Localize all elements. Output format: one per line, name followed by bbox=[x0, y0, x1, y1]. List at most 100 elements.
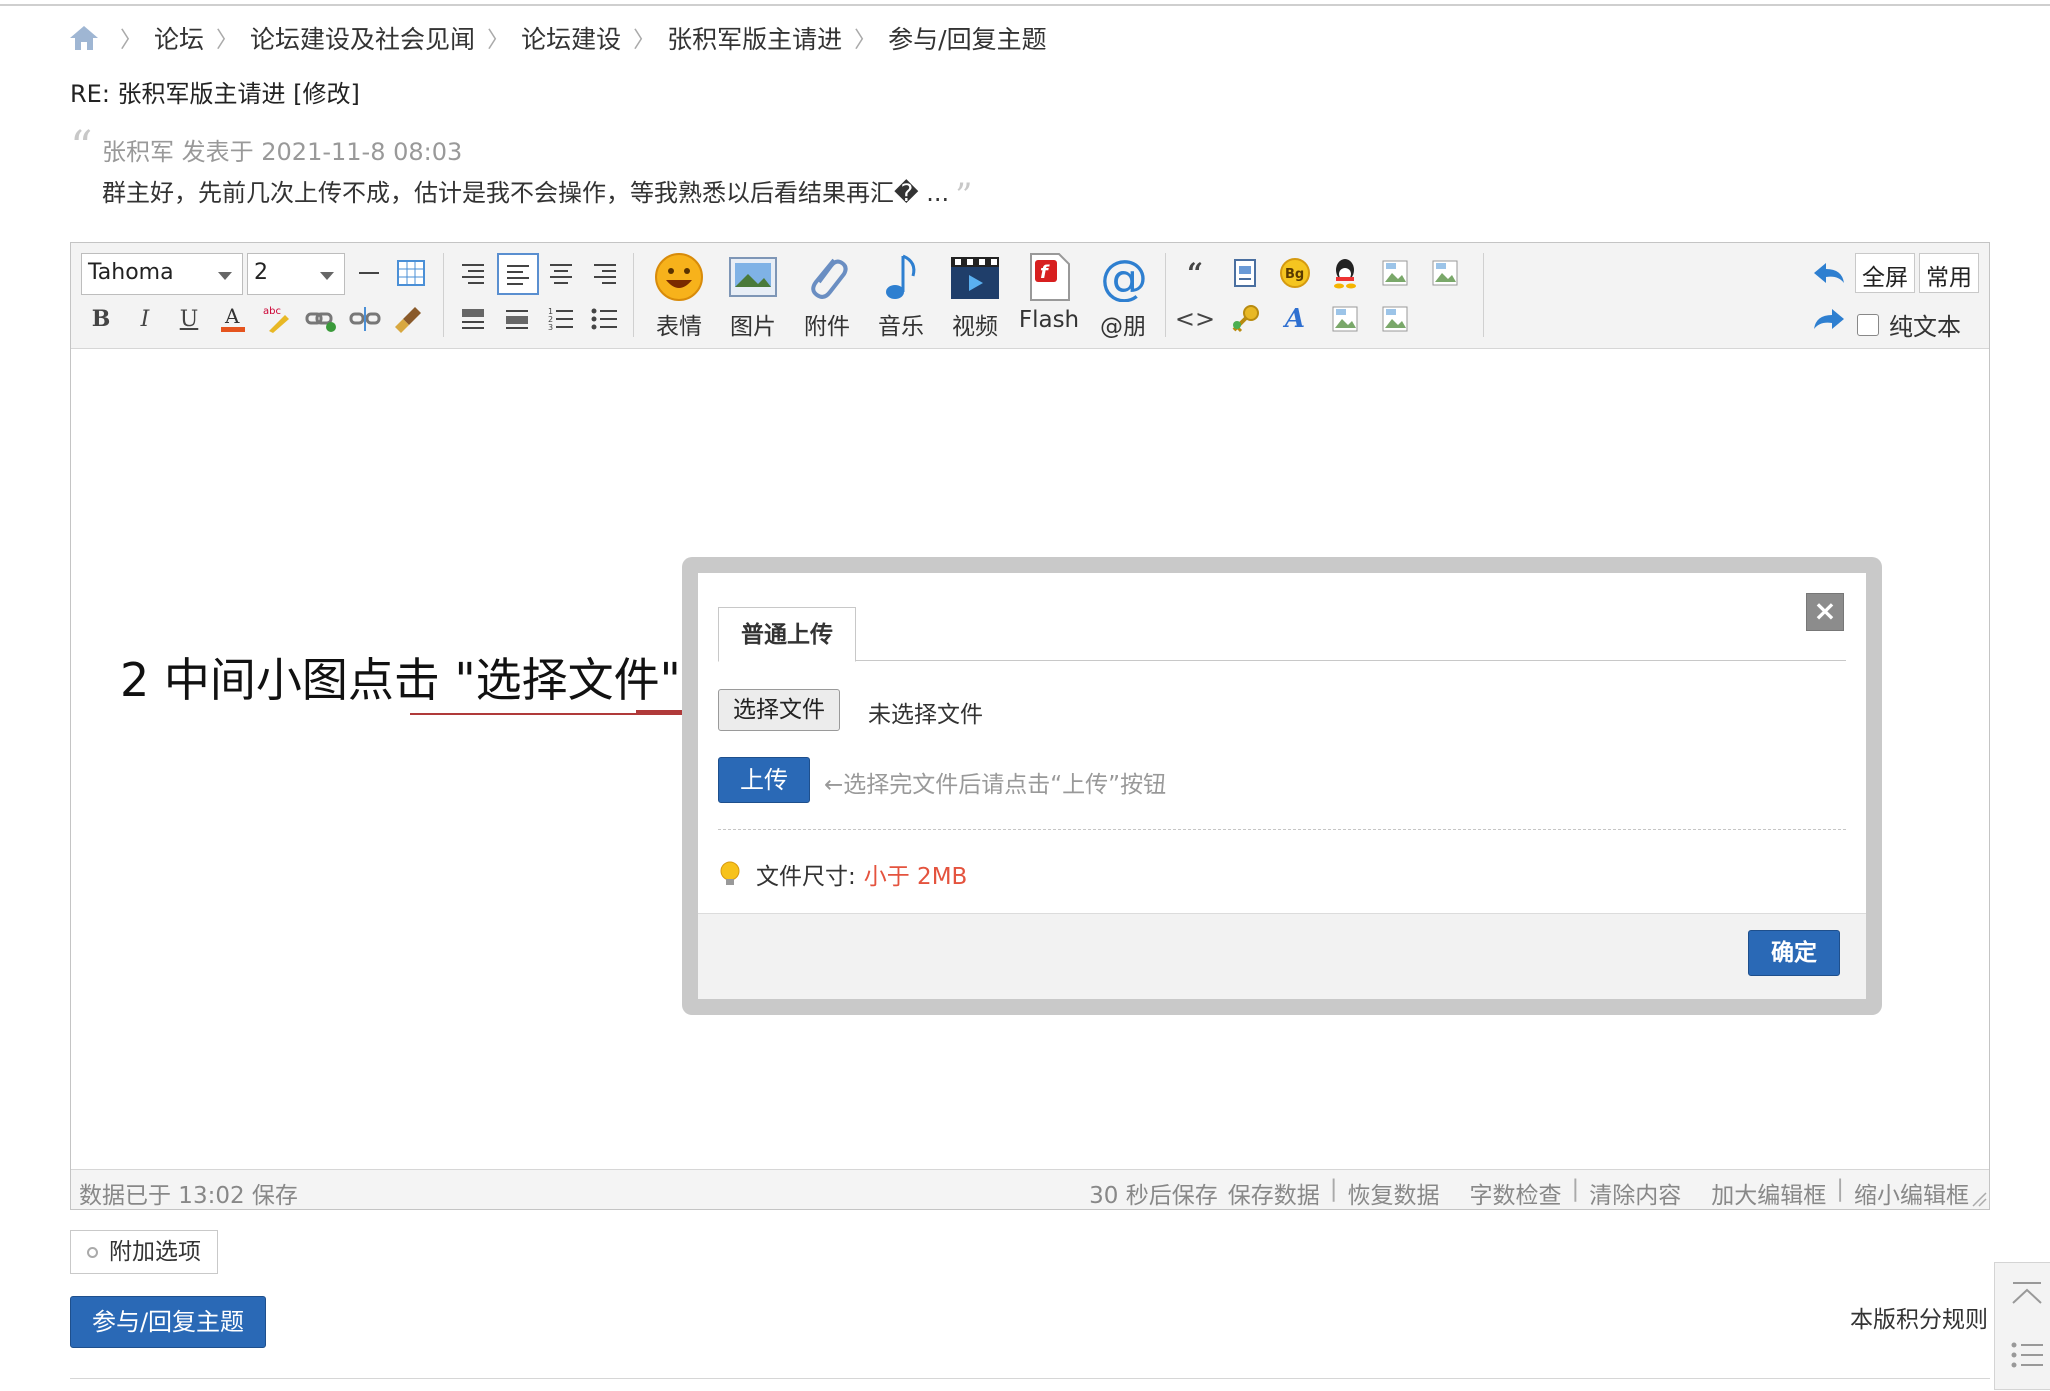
chevron-down-icon bbox=[218, 272, 232, 280]
unordered-list-icon[interactable] bbox=[587, 301, 623, 337]
underline-icon[interactable]: U bbox=[171, 301, 207, 337]
broken-image-icon[interactable] bbox=[1327, 301, 1363, 337]
flash-button[interactable]: f Flash bbox=[1015, 251, 1083, 343]
list-icon[interactable] bbox=[2007, 1335, 2047, 1375]
quote-icon[interactable]: “ bbox=[1177, 255, 1213, 291]
breadcrumb-separator: 〉 bbox=[633, 28, 656, 53]
upload-hint: ←选择完文件后请点击“上传”按钮 bbox=[824, 772, 1167, 798]
open-quote-icon: “ bbox=[70, 122, 93, 173]
post-title: RE: 张积军版主请进 [修改] bbox=[70, 80, 360, 108]
plain-text-checkbox[interactable] bbox=[1857, 313, 1879, 336]
close-icon[interactable]: × bbox=[1806, 593, 1844, 631]
code-icon[interactable]: <> bbox=[1175, 301, 1215, 337]
file-size-label: 文件尺寸: bbox=[756, 864, 856, 890]
image-icon bbox=[727, 251, 779, 303]
enlarge-editor-link[interactable]: 加大编辑框 bbox=[1711, 1176, 1826, 1210]
svg-text:A: A bbox=[224, 304, 240, 328]
upload-dialog-frame: 普通上传 × 选择文件 未选择文件 上传 ←选择完文件后请点击“上传”按钮 文件… bbox=[682, 557, 1882, 1015]
text-color-icon[interactable]: A bbox=[215, 301, 251, 337]
align-justify-icon[interactable] bbox=[587, 255, 623, 291]
image-label: 图片 bbox=[730, 314, 776, 340]
bold-icon[interactable]: B bbox=[83, 301, 119, 337]
attachment-button[interactable]: 附件 bbox=[793, 251, 861, 343]
confirm-button[interactable]: 确定 bbox=[1748, 930, 1840, 976]
extra-options-toggle[interactable]: 附加选项 bbox=[70, 1230, 218, 1274]
clear-content-link[interactable]: 清除内容 bbox=[1589, 1176, 1681, 1210]
image-button[interactable]: 图片 bbox=[719, 251, 787, 343]
qq-icon[interactable] bbox=[1327, 255, 1363, 291]
bottom-divider bbox=[70, 1378, 1990, 1379]
save-data-link[interactable]: 保存数据 bbox=[1228, 1176, 1320, 1210]
quote-text: 群主好，先前几次上传不成，估计是我不会操作，等我熟悉以后看结果再汇� ... bbox=[102, 179, 950, 207]
highlight-icon[interactable]: abc bbox=[259, 301, 295, 337]
video-button[interactable]: 视频 bbox=[941, 251, 1009, 343]
mention-label: @朋 bbox=[1100, 314, 1146, 340]
link-icon[interactable] bbox=[303, 301, 339, 337]
table-icon[interactable] bbox=[393, 255, 429, 291]
broken-image-icon[interactable] bbox=[1427, 255, 1463, 291]
breadcrumb-category[interactable]: 论坛建设及社会见闻 bbox=[250, 20, 475, 56]
music-button[interactable]: 音乐 bbox=[867, 251, 935, 343]
annotation-underline bbox=[410, 710, 710, 715]
free-text-icon[interactable]: A bbox=[1277, 301, 1313, 337]
submit-reply-button[interactable]: 参与/回复主题 bbox=[70, 1296, 266, 1348]
float-right-icon[interactable] bbox=[499, 301, 535, 337]
breadcrumb-separator: 〉 bbox=[487, 28, 510, 53]
broken-image-icon[interactable] bbox=[1377, 255, 1413, 291]
align-right-icon[interactable] bbox=[455, 255, 491, 291]
quote-meta: 张积军 发表于 2021-11-8 08:03 bbox=[102, 138, 463, 166]
fullscreen-button[interactable]: 全屏 bbox=[1855, 253, 1915, 293]
resize-grip-icon[interactable] bbox=[1969, 1189, 1987, 1207]
password-key-icon[interactable] bbox=[1227, 301, 1263, 337]
chevron-down-icon bbox=[320, 272, 334, 280]
broken-image-icon[interactable] bbox=[1377, 301, 1413, 337]
font-family-value: Tahoma bbox=[88, 260, 174, 285]
common-mode-button[interactable]: 常用 bbox=[1919, 253, 1979, 293]
toolbar-divider bbox=[633, 253, 634, 337]
at-sign-icon: @ bbox=[1097, 251, 1149, 303]
video-label: 视频 bbox=[952, 314, 998, 340]
floating-side-tools bbox=[1994, 1262, 2050, 1390]
toolbar-divider bbox=[443, 253, 444, 337]
home-icon[interactable] bbox=[68, 24, 100, 52]
clapperboard-icon bbox=[949, 251, 1001, 303]
ordered-list-icon[interactable]: 123 bbox=[543, 301, 579, 337]
clear-format-icon[interactable] bbox=[391, 301, 427, 337]
mention-button[interactable]: @ @朋 bbox=[1089, 251, 1157, 343]
restore-data-link[interactable]: 恢复数据 bbox=[1348, 1176, 1440, 1210]
unlink-icon[interactable] bbox=[347, 301, 383, 337]
emoji-button[interactable]: 表情 bbox=[645, 251, 713, 343]
font-size-select[interactable]: 2 bbox=[247, 253, 345, 295]
svg-text:3: 3 bbox=[548, 323, 553, 332]
breadcrumb-thread[interactable]: 张积军版主请进 bbox=[667, 20, 842, 56]
file-size-info: 文件尺寸: 小于 2MB bbox=[718, 857, 967, 891]
statusbar-actions: 30 秒后保存 保存数据 | 恢复数据 字数检查 | 清除内容 加大编辑框 | … bbox=[1089, 1176, 1969, 1210]
tab-normal-upload[interactable]: 普通上传 bbox=[718, 607, 856, 662]
plain-text-toggle[interactable]: 纯文本 bbox=[1857, 307, 1961, 342]
horizontal-rule-icon[interactable] bbox=[351, 255, 387, 291]
redo-icon[interactable] bbox=[1811, 301, 1847, 337]
upload-button[interactable]: 上传 bbox=[718, 757, 810, 803]
shrink-editor-link[interactable]: 缩小编辑框 bbox=[1854, 1176, 1969, 1210]
choose-file-button[interactable]: 选择文件 bbox=[718, 689, 840, 731]
breadcrumb-forum[interactable]: 论坛 bbox=[154, 20, 204, 56]
back-to-top-icon[interactable] bbox=[2007, 1277, 2047, 1317]
top-border bbox=[0, 0, 2050, 6]
align-center-icon[interactable] bbox=[543, 255, 579, 291]
quote-body: 群主好，先前几次上传不成，估计是我不会操作，等我熟悉以后看结果再汇� ...” bbox=[102, 170, 973, 216]
music-note-icon bbox=[875, 251, 927, 303]
code-box-icon[interactable] bbox=[1227, 255, 1263, 291]
align-left-icon[interactable] bbox=[497, 253, 539, 295]
italic-icon[interactable]: I bbox=[127, 301, 163, 337]
background-icon[interactable]: Bg bbox=[1277, 255, 1313, 291]
font-family-select[interactable]: Tahoma bbox=[81, 253, 243, 295]
float-left-icon[interactable] bbox=[455, 301, 491, 337]
undo-icon[interactable] bbox=[1811, 255, 1847, 291]
svg-text:Bg: Bg bbox=[1285, 267, 1304, 282]
word-check-link[interactable]: 字数检查 bbox=[1470, 1176, 1562, 1210]
points-rules-link[interactable]: 本版积分规则 bbox=[1850, 1300, 1988, 1334]
autosave-countdown: 30 秒后保存 bbox=[1089, 1183, 1218, 1209]
svg-text:abc: abc bbox=[263, 306, 281, 317]
breadcrumb-board[interactable]: 论坛建设 bbox=[521, 20, 621, 56]
font-size-value: 2 bbox=[254, 260, 268, 285]
